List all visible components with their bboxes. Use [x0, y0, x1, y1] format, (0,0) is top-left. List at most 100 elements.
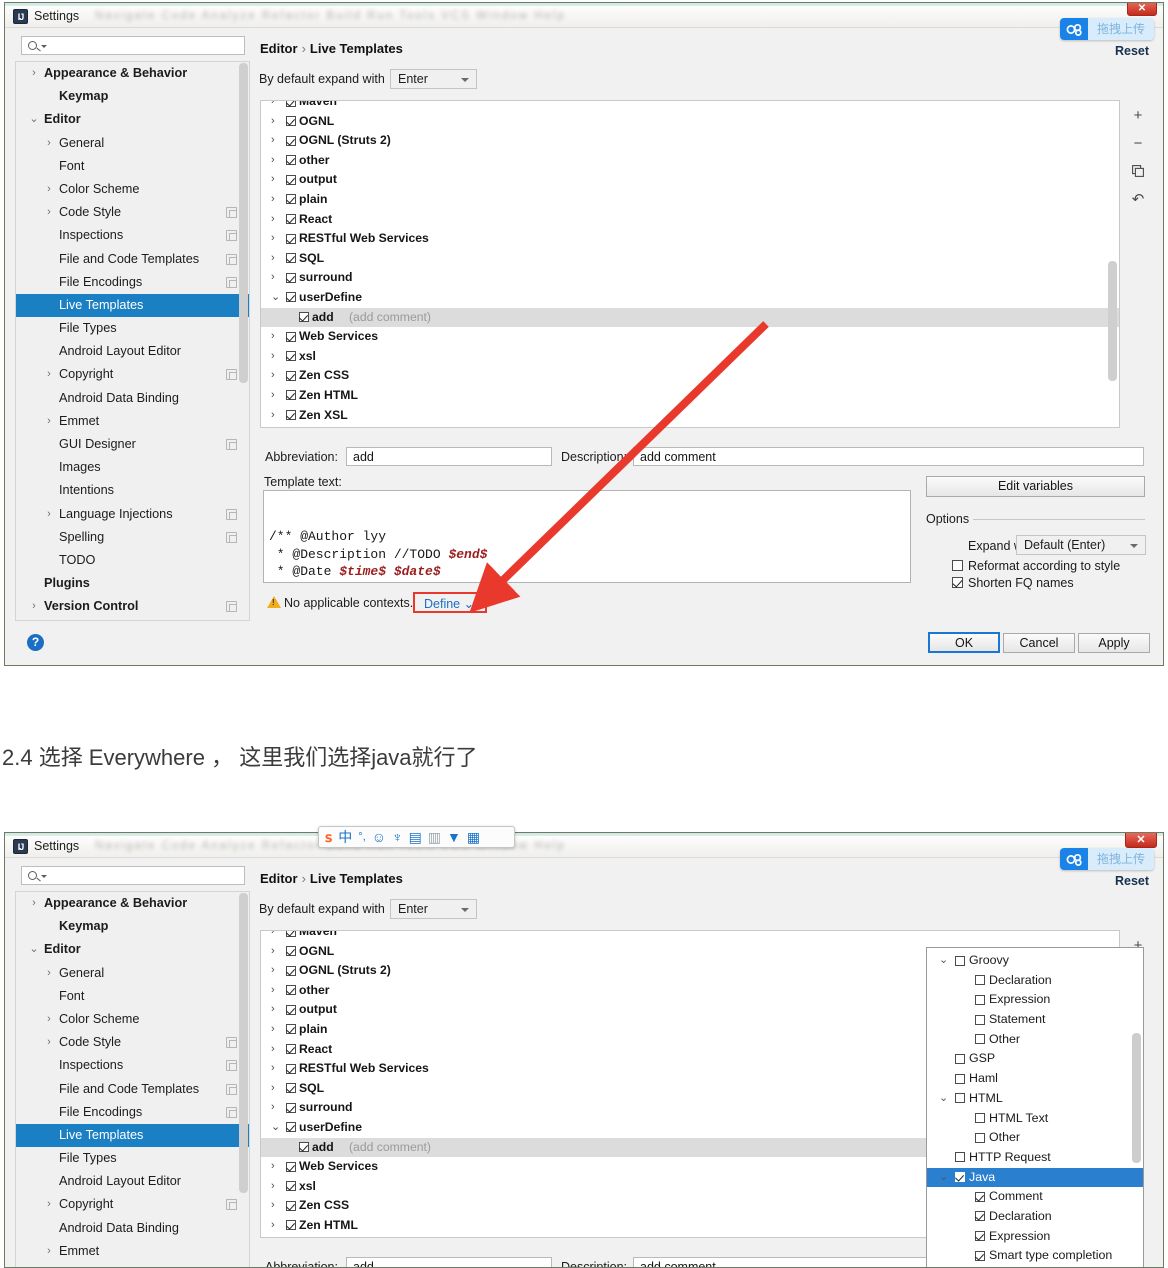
chevron-down-icon[interactable]: ⌄: [271, 288, 280, 308]
chevron-right-icon[interactable]: ›: [271, 170, 275, 190]
context-checkbox[interactable]: [975, 1014, 985, 1025]
context-option-row[interactable]: Expression: [927, 1227, 1143, 1247]
template-checkbox[interactable]: [286, 946, 296, 957]
ok-button[interactable]: OK: [928, 632, 1000, 653]
sidebar-scrollbar-1[interactable]: [239, 63, 248, 383]
screenshot-icon[interactable]: ▥: [428, 830, 441, 844]
chinese-mode-icon[interactable]: 中: [338, 830, 352, 844]
chevron-right-icon[interactable]: ›: [44, 410, 54, 433]
context-option-row[interactable]: Smart type completion: [927, 1246, 1143, 1266]
sidebar-item-file-encodings[interactable]: File Encodings: [16, 1101, 249, 1124]
sidebar-item-version-control[interactable]: › Version Control: [16, 595, 249, 618]
template-group-row[interactable]: add (add comment): [261, 307, 1119, 328]
expand-with-dropdown[interactable]: Default (Enter): [1016, 535, 1146, 555]
chevron-right-icon[interactable]: ›: [271, 1098, 275, 1118]
sidebar-item-plugins[interactable]: Plugins: [16, 572, 249, 595]
template-checkbox[interactable]: [286, 985, 296, 996]
chevron-right-icon[interactable]: ›: [44, 1193, 54, 1216]
context-checkbox[interactable]: [955, 1053, 965, 1064]
template-group-row[interactable]: › Zen HTML: [261, 386, 1119, 406]
copy-template-button[interactable]: [1127, 158, 1149, 186]
context-checkbox[interactable]: [955, 955, 965, 966]
template-checkbox[interactable]: [299, 312, 309, 323]
chevron-right-icon[interactable]: ›: [29, 62, 39, 85]
context-option-row[interactable]: HTML Text: [927, 1109, 1143, 1129]
context-checkbox[interactable]: [955, 1073, 965, 1084]
template-checkbox[interactable]: [286, 233, 296, 244]
context-option-row[interactable]: Declaration: [927, 1207, 1143, 1227]
context-option-row[interactable]: ⌄ HTML: [927, 1089, 1143, 1109]
template-group-row[interactable]: › Zen CSS: [261, 366, 1119, 386]
context-option-row[interactable]: ⌄ Groovy: [927, 951, 1143, 971]
chevron-right-icon[interactable]: ›: [271, 101, 275, 112]
chevron-down-icon[interactable]: ⌄: [939, 1168, 948, 1188]
chevron-right-icon[interactable]: ›: [271, 1040, 275, 1060]
template-group-row[interactable]: › React: [261, 210, 1119, 230]
sidebar-item-file-and-code-templates[interactable]: File and Code Templates: [16, 1078, 249, 1101]
cancel-button[interactable]: Cancel: [1003, 633, 1075, 653]
context-option-row[interactable]: Other: [927, 1128, 1143, 1148]
settings-category-tree-2[interactable]: › Appearance & Behavior Keymap ⌄ Editor › Gene…: [15, 891, 250, 1267]
settings-category-tree-1[interactable]: › Appearance & Behavior Keymap ⌄ Editor › Gene…: [15, 61, 250, 621]
chevron-right-icon[interactable]: ›: [271, 229, 275, 249]
sidebar-item-android-layout-editor[interactable]: Android Layout Editor: [16, 1170, 249, 1193]
microphone-icon[interactable]: ♆: [392, 830, 403, 844]
chevron-right-icon[interactable]: ›: [271, 1196, 275, 1216]
template-group-row[interactable]: › RESTful Web Services: [261, 229, 1119, 249]
sidebar-item-keymap[interactable]: Keymap: [16, 85, 249, 108]
chevron-right-icon[interactable]: ›: [271, 1020, 275, 1040]
close-button-2[interactable]: ✕: [1125, 833, 1157, 848]
sidebar-scrollbar-2[interactable]: [239, 893, 248, 1193]
template-group-row[interactable]: › xsl: [261, 347, 1119, 367]
chevron-right-icon[interactable]: ›: [271, 131, 275, 151]
chevron-right-icon[interactable]: ›: [271, 961, 275, 981]
chevron-right-icon[interactable]: ›: [29, 595, 39, 618]
sidebar-item-color-scheme[interactable]: › Color Scheme: [16, 178, 249, 201]
chevron-right-icon[interactable]: ›: [271, 112, 275, 132]
template-checkbox[interactable]: [286, 1083, 296, 1094]
emoji-icon[interactable]: ☺: [372, 830, 386, 844]
templates-toolbar-1[interactable]: + − ↶: [1127, 102, 1149, 214]
template-group-row[interactable]: › OGNL (Struts 2): [261, 131, 1119, 151]
template-checkbox[interactable]: [286, 390, 296, 401]
context-checkbox[interactable]: [975, 1250, 985, 1261]
sidebar-item-spelling[interactable]: Spelling: [16, 526, 249, 549]
template-checkbox[interactable]: [286, 1122, 296, 1133]
chevron-right-icon[interactable]: ›: [271, 1000, 275, 1020]
sidebar-item-intentions[interactable]: Intentions: [16, 479, 249, 502]
abbreviation-input-2[interactable]: add: [346, 1257, 552, 1267]
context-checkbox[interactable]: [975, 994, 985, 1005]
template-checkbox[interactable]: [286, 116, 296, 127]
sidebar-item-copyright[interactable]: › Copyright: [16, 1193, 249, 1216]
chevron-right-icon[interactable]: ›: [44, 201, 54, 224]
chevron-right-icon[interactable]: ›: [271, 386, 275, 406]
default-expand-dropdown-2[interactable]: Enter: [390, 899, 477, 919]
chevron-right-icon[interactable]: ›: [271, 942, 275, 962]
template-group-row[interactable]: › surround: [261, 268, 1119, 288]
chevron-right-icon[interactable]: ›: [44, 363, 54, 386]
sidebar-item-file-encodings[interactable]: File Encodings: [16, 271, 249, 294]
chevron-right-icon[interactable]: ›: [271, 249, 275, 269]
template-checkbox[interactable]: [286, 1004, 296, 1015]
sidebar-item-keymap[interactable]: Keymap: [16, 915, 249, 938]
context-checkbox[interactable]: [975, 1034, 985, 1045]
context-checkbox[interactable]: [955, 1152, 965, 1163]
context-option-row[interactable]: Expression: [927, 990, 1143, 1010]
chevron-right-icon[interactable]: ›: [271, 151, 275, 171]
template-checkbox[interactable]: [286, 370, 296, 381]
chevron-right-icon[interactable]: ›: [44, 503, 54, 526]
sidebar-item-inspections[interactable]: Inspections: [16, 224, 249, 247]
context-option-row[interactable]: GSP: [927, 1049, 1143, 1069]
sidebar-item-file-types[interactable]: File Types: [16, 317, 249, 340]
add-template-button[interactable]: +: [1127, 102, 1149, 130]
chevron-right-icon[interactable]: ›: [271, 931, 275, 942]
chevron-down-icon[interactable]: ⌄: [29, 938, 39, 961]
context-checkbox[interactable]: [975, 1191, 985, 1202]
sidebar-item-appearance-behavior[interactable]: › Appearance & Behavior: [16, 62, 249, 85]
context-checkbox[interactable]: [975, 1113, 985, 1123]
chevron-right-icon[interactable]: ›: [271, 366, 275, 386]
sidebar-item-android-data-binding[interactable]: Android Data Binding: [16, 387, 249, 410]
template-checkbox[interactable]: [286, 410, 296, 420]
sidebar-item-font[interactable]: Font: [16, 985, 249, 1008]
revert-template-button[interactable]: ↶: [1127, 186, 1149, 214]
